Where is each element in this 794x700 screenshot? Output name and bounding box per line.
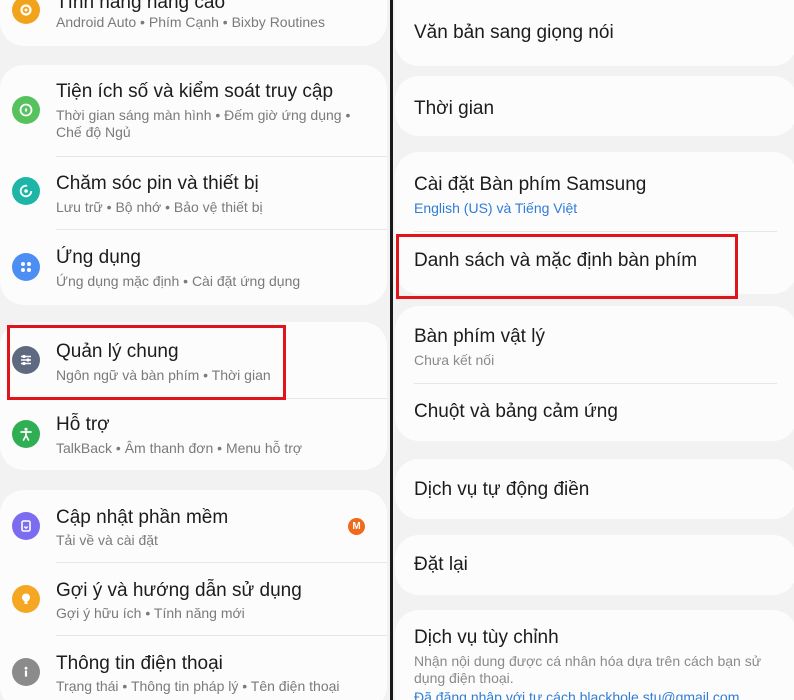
item-title: Tính năng nâng cao	[56, 0, 226, 13]
settings-card: Cập nhật phần mềm Tải về và cài đặt M Gợ…	[0, 490, 387, 700]
item-title: Chăm sóc pin và thiết bị	[56, 173, 259, 194]
item-subtitle: Trạng thái • Thông tin pháp lý • Tên điệ…	[56, 678, 340, 694]
item-title: Cập nhật phần mềm	[56, 507, 229, 528]
settings-item-customization-service[interactable]: Dịch vụ tùy chỉnh Nhận nội dung được cá …	[395, 610, 794, 700]
digital-wellbeing-icon	[12, 96, 40, 124]
item-title: Văn bản sang giọng nói	[414, 22, 614, 43]
item-title: Thời gian	[414, 98, 495, 119]
settings-item-software-update[interactable]: Cập nhật phần mềm Tải về và cài đặt M	[0, 490, 387, 562]
item-subtitle: Android Auto • Phím Cạnh • Bixby Routine…	[56, 14, 325, 30]
apps-icon	[12, 253, 40, 281]
item-subtitle: Lưu trữ • Bộ nhớ • Bảo vệ thiết bị	[56, 199, 263, 215]
settings-item-advanced-features[interactable]: Tính năng nâng cao Android Auto • Phím C…	[0, 0, 387, 46]
lightbulb-icon	[12, 585, 40, 613]
settings-card: Dịch vụ tùy chỉnh Nhận nội dung được cá …	[395, 610, 794, 700]
settings-item-autofill[interactable]: Dịch vụ tự động điền	[395, 459, 794, 519]
settings-item-physical-keyboard[interactable]: Bàn phím vật lý Chưa kết nối	[395, 306, 794, 382]
item-title: Gợi ý và hướng dẫn sử dụng	[56, 580, 302, 601]
settings-item-tts[interactable]: Văn bản sang giọng nói	[395, 0, 794, 66]
item-subtitle: Ứng dụng mặc định • Cài đặt ứng dụng	[56, 273, 301, 289]
settings-item-samsung-keyboard[interactable]: Cài đặt Bàn phím Samsung English (US) và…	[395, 152, 794, 231]
settings-item-mouse-trackpad[interactable]: Chuột và bảng cảm ứng	[395, 384, 794, 441]
settings-card: Văn bản sang giọng nói	[395, 0, 794, 66]
settings-card: Đặt lại	[395, 535, 794, 595]
settings-main-panel: Tính năng nâng cao Android Auto • Phím C…	[0, 0, 390, 700]
item-title: Tiện ích số và kiểm soát truy cập	[56, 81, 334, 102]
software-update-icon	[12, 512, 40, 540]
item-subtitle: TalkBack • Âm thanh đơn • Menu hỗ trợ	[56, 440, 303, 456]
settings-card: Bàn phím vật lý Chưa kết nối Chuột và bả…	[395, 306, 794, 441]
highlight-box	[396, 234, 738, 299]
item-title: Hỗ trợ	[56, 414, 110, 435]
settings-item-reset[interactable]: Đặt lại	[395, 535, 794, 595]
settings-item-apps[interactable]: Ứng dụng Ứng dụng mặc định • Cài đặt ứng…	[0, 230, 387, 305]
item-title: Bàn phím vật lý	[414, 326, 545, 347]
info-icon	[12, 658, 40, 686]
item-title: Ứng dụng	[56, 247, 141, 268]
item-subtitle: English (US) và Tiếng Việt	[414, 200, 578, 216]
settings-card: Dịch vụ tự động điền	[395, 459, 794, 519]
device-care-icon	[12, 177, 40, 205]
item-title: Thông tin điện thoại	[56, 653, 223, 674]
item-title: Chuột và bảng cảm ứng	[414, 401, 618, 422]
settings-item-accessibility[interactable]: Hỗ trợ TalkBack • Âm thanh đơn • Menu hỗ…	[0, 399, 387, 470]
highlight-box	[7, 325, 286, 400]
item-title: Đặt lại	[414, 554, 468, 575]
gear-icon	[12, 0, 40, 24]
settings-card: Thời gian	[395, 76, 794, 136]
account-status: Đã đăng nhập với tư cách blackhole.stu@g…	[414, 689, 740, 700]
item-title: Dịch vụ tự động điền	[414, 479, 590, 500]
general-management-panel: Văn bản sang giọng nói Thời gian Cài đặt…	[393, 0, 794, 700]
item-subtitle: Tải về và cài đặt	[56, 532, 158, 548]
item-subtitle: Chưa kết nối	[414, 352, 495, 368]
settings-item-digital-wellbeing[interactable]: Tiện ích số và kiểm soát truy cập Thời g…	[0, 65, 387, 148]
update-badge: M	[348, 518, 365, 535]
settings-item-tips[interactable]: Gợi ý và hướng dẫn sử dụng Gợi ý hữu ích…	[0, 563, 387, 635]
settings-item-device-care[interactable]: Chăm sóc pin và thiết bị Lưu trữ • Bộ nh…	[0, 157, 387, 229]
item-subtitle: Thời gian sáng màn hình • Đếm giờ ứng dụ…	[56, 107, 351, 140]
settings-card: Tiện ích số và kiểm soát truy cập Thời g…	[0, 65, 387, 305]
settings-item-date-time[interactable]: Thời gian	[395, 76, 794, 136]
item-title: Dịch vụ tùy chỉnh	[414, 627, 559, 648]
settings-item-about-phone[interactable]: Thông tin điện thoại Trạng thái • Thông …	[0, 636, 387, 700]
settings-card: Tính năng nâng cao Android Auto • Phím C…	[0, 0, 387, 46]
item-subtitle: Nhận nội dung được cá nhân hóa dựa trên …	[414, 653, 762, 686]
item-title: Cài đặt Bàn phím Samsung	[414, 174, 647, 195]
item-subtitle: Gợi ý hữu ích • Tính năng mới	[56, 605, 245, 621]
accessibility-icon	[12, 420, 40, 448]
